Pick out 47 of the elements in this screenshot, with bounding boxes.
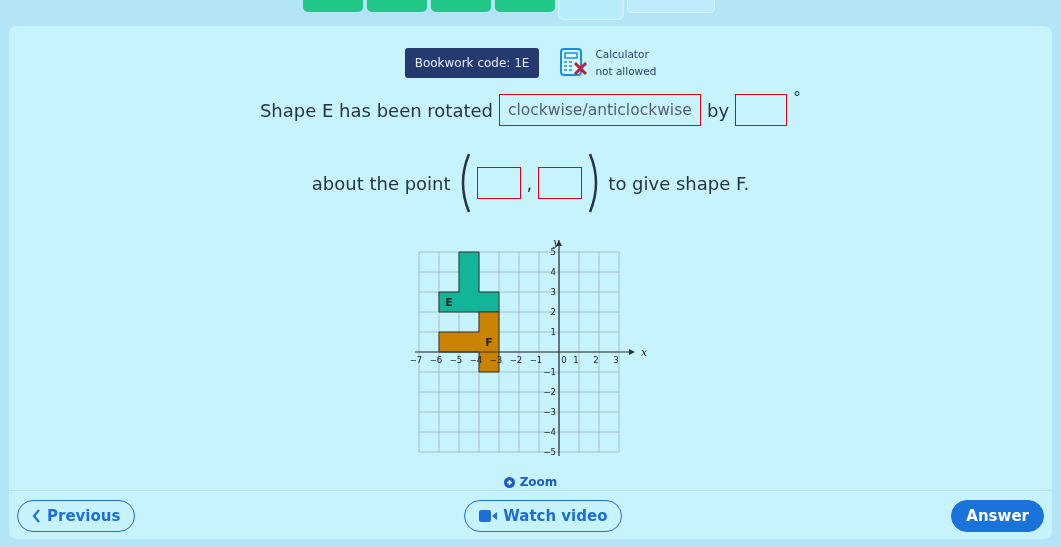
y-tick-label: −3	[542, 407, 556, 417]
x-tick-label: −7	[409, 355, 422, 365]
y-tick-label: −5	[542, 447, 556, 457]
y-tick-label: 3	[550, 287, 556, 297]
zoom-plus-icon	[503, 476, 515, 488]
tab[interactable]	[302, 0, 363, 12]
tab[interactable]	[366, 0, 427, 12]
y-coordinate-input-field[interactable]	[538, 167, 583, 199]
question-text: by	[707, 99, 730, 121]
y-tick-label: 5	[550, 247, 556, 257]
question-text: to give shape F.	[608, 172, 750, 194]
y-tick-label: −4	[542, 427, 556, 437]
y-tick-label: −1	[542, 367, 556, 377]
x-tick-label: −2	[509, 355, 522, 365]
x-tick-label: −6	[429, 355, 442, 365]
bookwork-code-badge: Bookwork code: 1E	[404, 48, 540, 78]
x-tick-label: −1	[529, 355, 542, 365]
x-tick-label: 1	[572, 355, 579, 365]
x-tick-label: 0	[560, 355, 567, 365]
shape-label: E	[444, 296, 453, 309]
y-tick-label: 2	[550, 307, 556, 317]
tab[interactable]	[494, 0, 555, 12]
x-tick-label: 2	[592, 355, 599, 365]
x-axis-label: x	[640, 346, 647, 359]
answer-button[interactable]: Answer	[951, 500, 1044, 532]
chevron-left-icon	[32, 509, 41, 523]
x-coordinate-input-field[interactable]	[476, 167, 521, 199]
y-tick-label: −2	[542, 387, 556, 397]
question-text: about the point	[311, 172, 451, 194]
tab[interactable]	[626, 0, 715, 13]
tab[interactable]	[430, 0, 491, 12]
zoom-link[interactable]: Zoom	[519, 476, 558, 488]
comma: ,	[526, 172, 533, 194]
y-axis-label: y	[552, 238, 559, 249]
y-tick-label: 1	[550, 327, 556, 337]
shape-label: F	[484, 336, 493, 349]
question-text: Shape E has been rotated	[259, 99, 493, 121]
y-tick-label: 4	[550, 267, 556, 277]
video-camera-icon	[479, 510, 498, 522]
tab[interactable]	[558, 0, 623, 19]
angle-input-field[interactable]	[735, 94, 788, 126]
x-tick-label: 3	[612, 355, 619, 365]
direction-input-field[interactable]: clockwise/anticlockwise	[499, 94, 701, 126]
x-tick-label: −5	[449, 355, 462, 365]
calculator-status: not allowed	[595, 64, 657, 79]
calculator-label: Calculator	[595, 47, 650, 62]
degree-sign: °	[793, 88, 802, 107]
